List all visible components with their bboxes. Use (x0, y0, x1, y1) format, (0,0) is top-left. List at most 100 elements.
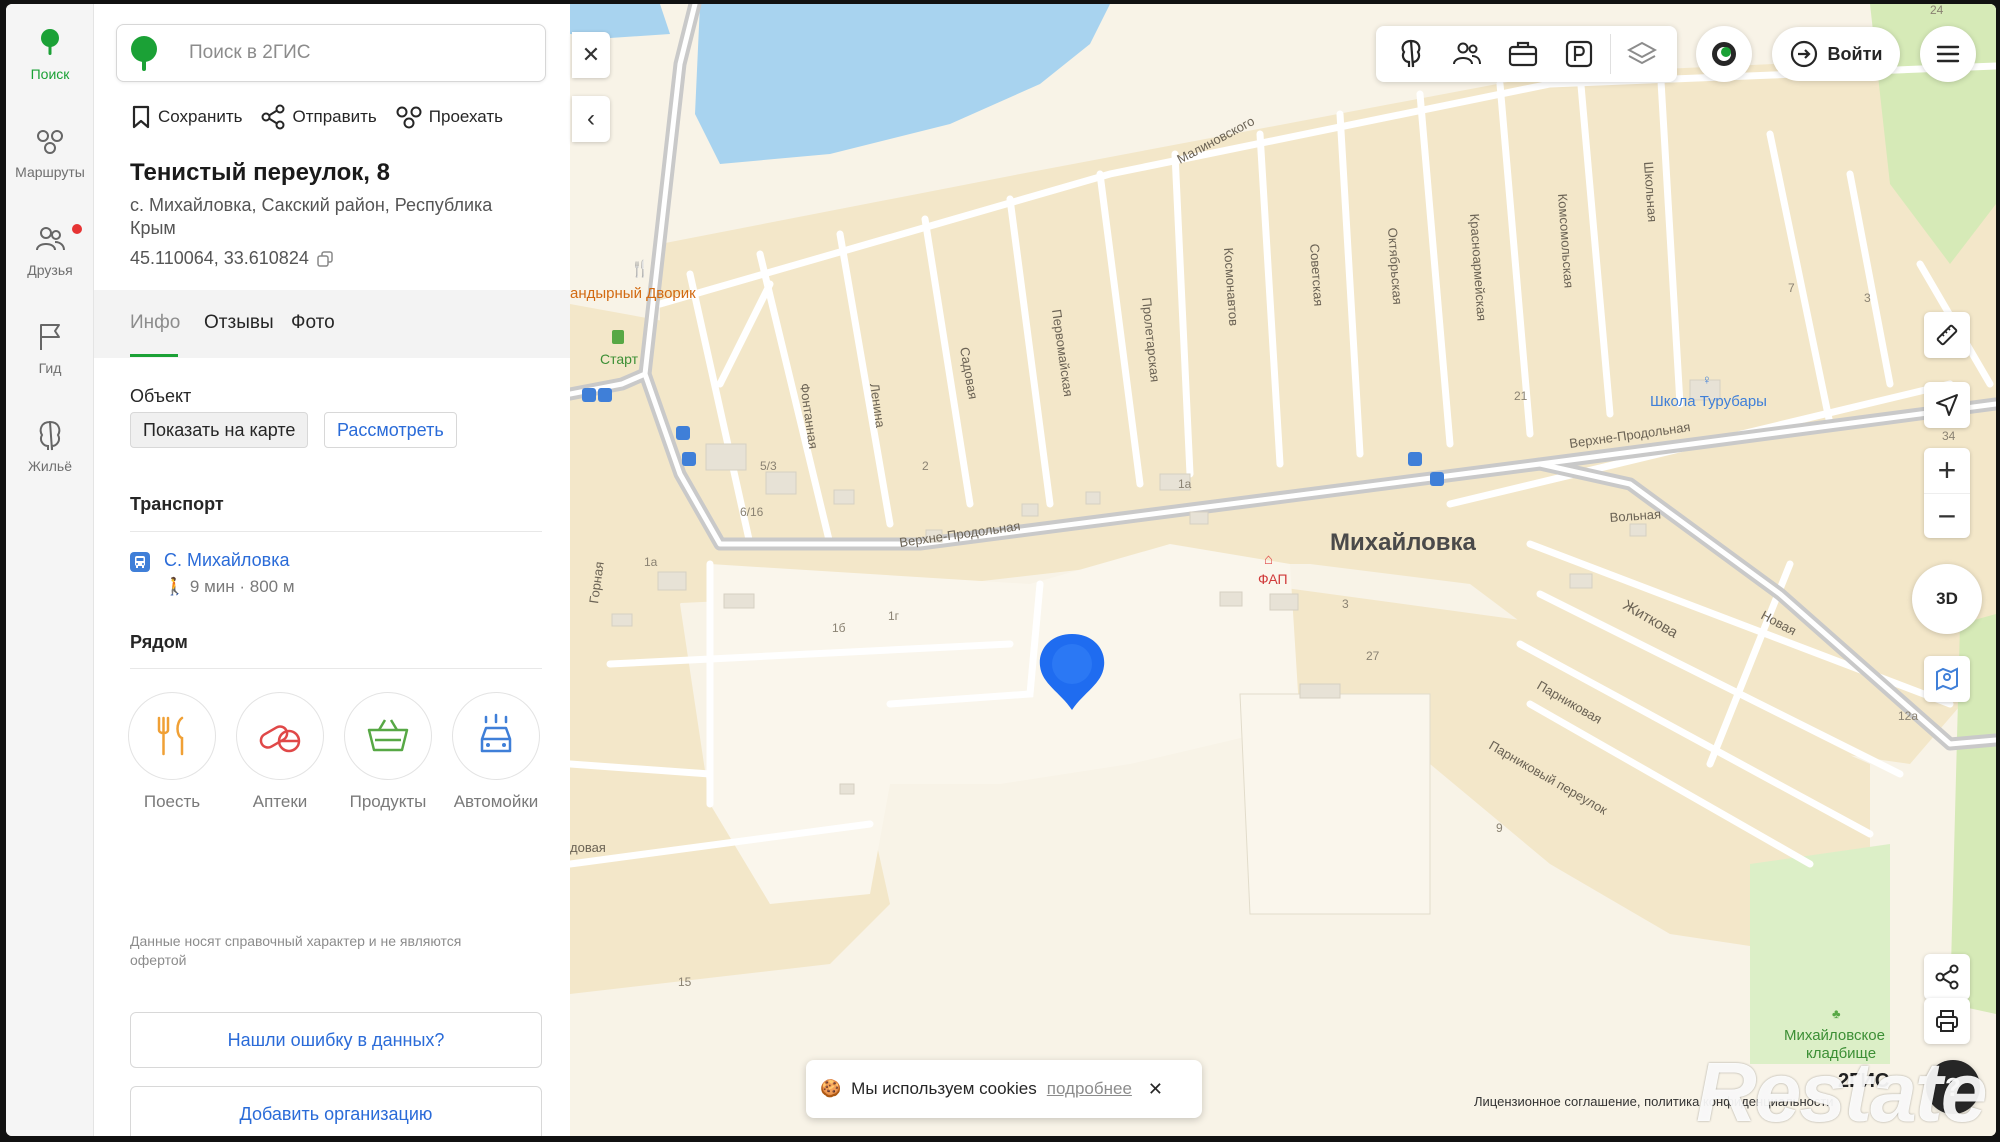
tab-active-indicator (130, 354, 178, 357)
save-label: Сохранить (158, 107, 243, 126)
nearby-pharmacy-circle (236, 692, 324, 780)
ruler-button[interactable] (1924, 312, 1970, 358)
login-button[interactable]: Войти (1772, 27, 1900, 81)
walk-icon: 🚶 (164, 577, 190, 596)
basket-icon (367, 719, 409, 752)
sidebar-item-guide[interactable]: Гид (6, 320, 94, 406)
3d-toggle-button[interactable]: 3D (1912, 564, 1982, 634)
my-location-button[interactable] (1924, 382, 1970, 428)
village-label: Михайловка (1330, 529, 1477, 556)
2gis-logo-icon (131, 36, 157, 71)
route-icon (396, 106, 422, 129)
save-button[interactable]: Сохранить (130, 104, 242, 130)
share-button[interactable]: Отправить (260, 104, 377, 130)
login-label: Войти (1827, 43, 1883, 64)
disclaimer: Данные носят справочный характер и не яв… (130, 933, 462, 968)
map-pin-icon (1936, 667, 1958, 691)
printer-icon (1936, 1010, 1958, 1032)
cookie-more-link[interactable]: подробнее (1047, 1079, 1132, 1099)
parking-layer-button[interactable] (1554, 29, 1604, 79)
house-number: 3 (1864, 291, 1871, 305)
transport-stop[interactable]: С. Михайловка 🚶 9 мин · 800 м (130, 550, 295, 597)
layers-button[interactable] (1617, 29, 1667, 79)
sidebar-item-friends[interactable]: Друзья (6, 222, 94, 308)
nearby-heading: Рядом (130, 632, 188, 652)
house-number: 1а (644, 555, 658, 569)
map-style-button[interactable] (1924, 656, 1970, 702)
sidebar-item-label: Гид (38, 360, 62, 376)
nearby-eat-circle (128, 692, 216, 780)
layers-icon (1627, 41, 1657, 65)
stop-name[interactable]: С. Михайловка (164, 550, 295, 571)
zoom-in-button[interactable]: + (1924, 448, 1970, 493)
place-title: Тенистый переулок, 8 (130, 159, 390, 186)
nearby-grocery-circle (344, 692, 432, 780)
copy-icon[interactable] (317, 250, 333, 267)
nearby-carwash-label: Автомойки (453, 792, 539, 811)
house-number: 34 (1942, 429, 1956, 443)
route-button[interactable]: Проехать (395, 104, 503, 130)
fork-knife-icon (157, 716, 184, 756)
menu-icon (1936, 45, 1960, 63)
house-number: 12а (1898, 709, 1918, 723)
house-number: 6/16 (740, 505, 764, 519)
view-button[interactable]: Рассмотреть (324, 412, 457, 448)
search-box[interactable] (116, 24, 546, 82)
collapse-panel-button[interactable]: ‹ (572, 96, 610, 142)
close-panel-button[interactable]: ✕ (572, 32, 610, 78)
share-icon (1935, 964, 1959, 990)
friends-layer-button[interactable] (1442, 29, 1492, 79)
transport-heading: Транспорт (130, 494, 224, 514)
divider (130, 668, 542, 669)
route-label: Проехать (428, 107, 504, 126)
poi-school-label[interactable]: Школа Турубары (1650, 393, 1767, 410)
nearby-carwash[interactable]: Автомойки (450, 692, 542, 812)
2gis-brand: 2ГИС (1838, 1070, 1890, 1092)
place-panel: Сохранить Отправить Проехать Тенистый пе… (94, 4, 570, 1136)
house-number: 9 (1496, 821, 1503, 835)
left-rail: Поиск Маршруты Друзья Гид Жильё (6, 4, 94, 1136)
nearby-pharmacy[interactable]: Аптеки (234, 692, 326, 812)
sidebar-item-housing[interactable]: Жильё (6, 418, 94, 504)
nearby-grocery-label: Продукты (349, 792, 427, 811)
housing-layer-button[interactable] (1386, 29, 1436, 79)
nearby-eat[interactable]: Поесть (126, 692, 218, 812)
close-icon: ✕ (581, 42, 601, 67)
bus-stop-icon (130, 552, 150, 572)
zoom-control: + − (1924, 448, 1970, 538)
tab-photo[interactable]: Фото (291, 312, 335, 334)
school-icon: ♀ (1702, 372, 1712, 387)
business-layer-button[interactable] (1498, 29, 1548, 79)
zoom-out-button[interactable]: − (1924, 493, 1970, 538)
show-on-map-button[interactable]: Показать на карте (130, 412, 309, 448)
street-label: довая (570, 840, 606, 855)
sidebar-item-routes[interactable]: Маршруты (6, 124, 94, 210)
help-button[interactable]: ? (1926, 1060, 1980, 1114)
add-organization-button[interactable]: Добавить организацию (130, 1086, 542, 1136)
briefcase-icon (1508, 41, 1538, 67)
empty-plot (1239, 693, 1431, 915)
report-error-button[interactable]: Нашли ошибку в данных? (130, 1012, 542, 1068)
friends-icon (36, 227, 65, 251)
poi-label: ФАП (1258, 571, 1288, 587)
profile-button[interactable] (1696, 26, 1752, 82)
sidebar-item-search[interactable]: Поиск (6, 26, 94, 112)
menu-button[interactable] (1920, 26, 1976, 82)
house-number: 24 (1930, 4, 1944, 17)
poi-cemetery-label[interactable]: Михайловское (1784, 1027, 1885, 1044)
nearby-grocery[interactable]: Продукты (342, 692, 434, 812)
ruler-icon (1936, 324, 1958, 346)
search-input[interactable] (189, 42, 489, 64)
print-button[interactable] (1924, 998, 1970, 1044)
tab-info[interactable]: Инфо (130, 312, 180, 334)
pills-icon (259, 725, 301, 753)
share-map-button[interactable] (1924, 954, 1970, 1000)
poi-cemetery-label[interactable]: кладбище (1806, 1045, 1876, 1062)
house-number: 5/3 (760, 459, 777, 473)
map-canvas[interactable]: Малиновского Фонтанная Ленина Садовая Пе… (570, 4, 1996, 1136)
flag-icon (40, 324, 60, 350)
license-link[interactable]: Лицензионное соглашение, политика конфид… (1474, 1094, 1834, 1109)
close-icon[interactable]: ✕ (1148, 1079, 1163, 1100)
tab-reviews[interactable]: Отзывы (204, 312, 274, 334)
cemetery-icon: ♣ (1832, 1006, 1841, 1021)
